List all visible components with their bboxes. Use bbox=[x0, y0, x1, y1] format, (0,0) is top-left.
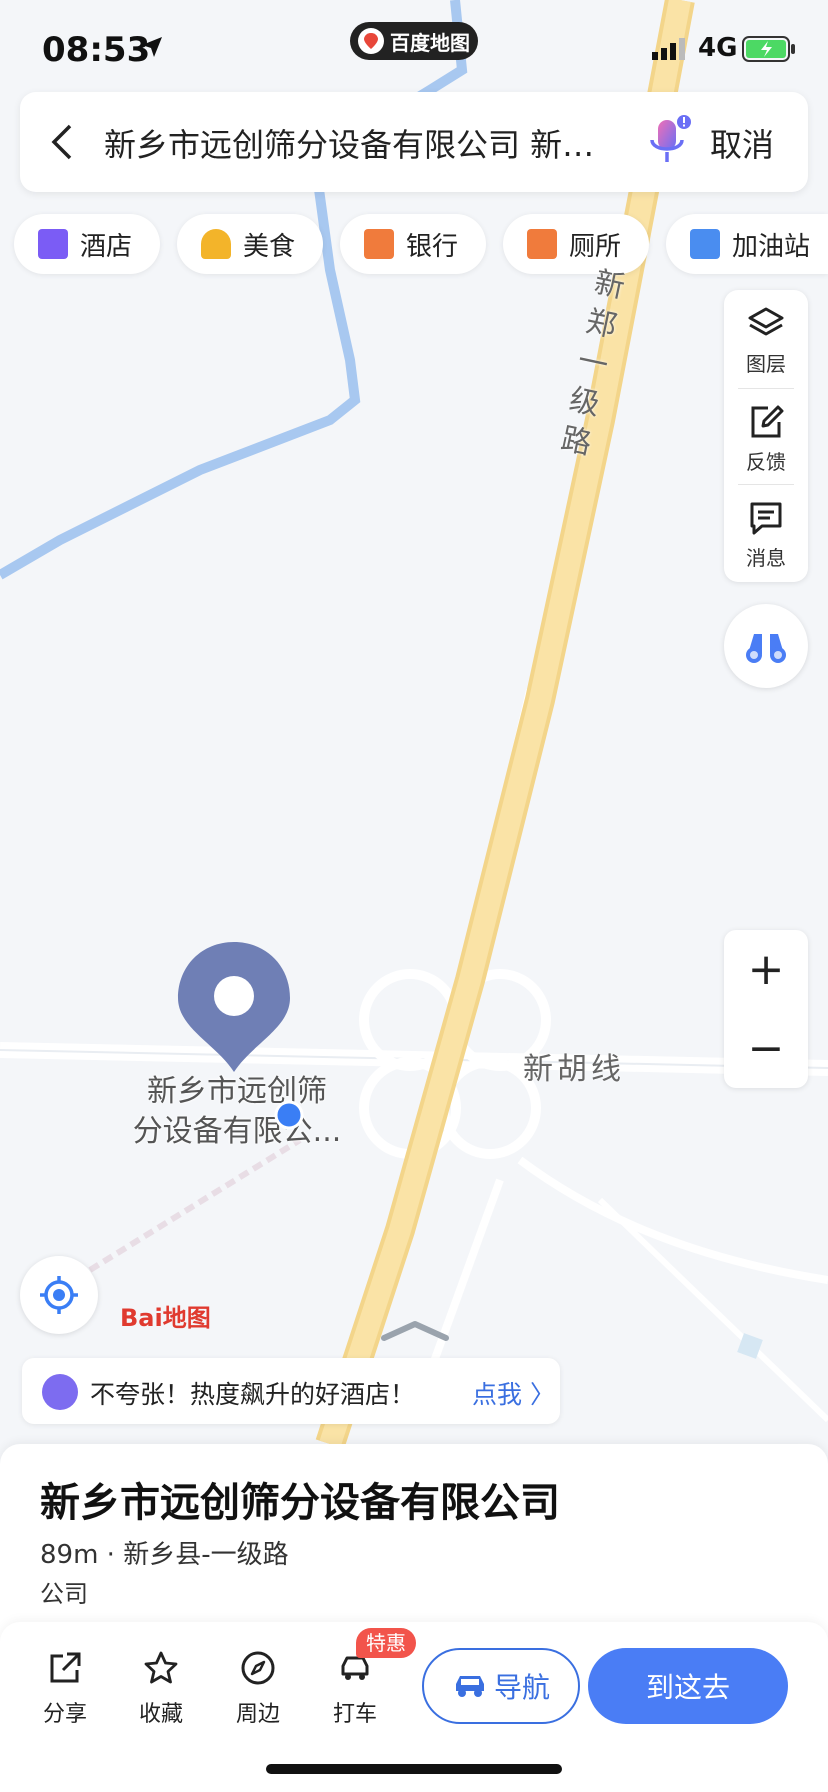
taxi-promo-badge: 特惠 bbox=[356, 1628, 416, 1658]
messages-label: 消息 bbox=[746, 546, 786, 570]
category-chip-gas-station[interactable]: 加油站 bbox=[666, 214, 828, 274]
messages-button[interactable]: 消息 bbox=[724, 484, 808, 580]
chip-label: 加油站 bbox=[732, 231, 811, 262]
chip-label: 银行 bbox=[406, 231, 459, 262]
back-icon[interactable] bbox=[50, 122, 74, 162]
category-chip-toilet[interactable]: 厕所 bbox=[503, 214, 649, 274]
food-icon bbox=[201, 229, 231, 259]
locate-icon bbox=[40, 1276, 78, 1314]
message-icon bbox=[750, 502, 782, 535]
map-tools-panel: 图层 反馈 消息 bbox=[724, 290, 808, 582]
search-query[interactable]: 新乡市远创筛分设备有限公司 新… bbox=[104, 120, 624, 166]
category-chip-bank[interactable]: 银行 bbox=[340, 214, 486, 274]
layers-icon bbox=[748, 307, 784, 336]
voice-input-icon[interactable] bbox=[646, 114, 696, 170]
nearby-label: 周边 bbox=[235, 1702, 280, 1727]
locate-me-button[interactable] bbox=[20, 1256, 98, 1334]
current-location-dot bbox=[274, 1100, 304, 1130]
pin-label-line1: 新乡市远创筛 bbox=[147, 1074, 327, 1109]
promo-cta[interactable]: 点我 〉 bbox=[472, 1375, 555, 1411]
go-here-label: 到这去 bbox=[645, 1671, 730, 1704]
zoom-out-button[interactable]: − bbox=[724, 1009, 808, 1088]
share-icon bbox=[50, 1652, 81, 1683]
go-here-button[interactable]: 到这去 bbox=[588, 1648, 788, 1724]
app-indicator[interactable]: 百度地图 bbox=[350, 22, 478, 60]
pin-label-line2: 分设备有限公... bbox=[132, 1114, 342, 1149]
status-bar: 08:53 百度地图 4G bbox=[0, 0, 828, 90]
category-chip-hotel[interactable]: 酒店 bbox=[14, 214, 160, 274]
favorite-label: 收藏 bbox=[138, 1702, 183, 1727]
search-bar[interactable]: 新乡市远创筛分设备有限公司 新… 取消 bbox=[20, 92, 808, 192]
hotel-icon bbox=[42, 1374, 78, 1410]
chip-label: 厕所 bbox=[569, 231, 622, 262]
category-chip-food[interactable]: 美食 bbox=[177, 214, 323, 274]
hotel-icon bbox=[38, 229, 68, 259]
logo-text: Bai地图 bbox=[120, 1304, 211, 1332]
nearby-button[interactable]: 周边 bbox=[223, 1650, 293, 1728]
chip-label: 美食 bbox=[243, 231, 296, 262]
taxi-label: 打车 bbox=[332, 1702, 377, 1727]
bank-icon bbox=[364, 229, 394, 259]
gas-station-icon bbox=[690, 229, 720, 259]
layers-button[interactable]: 图层 bbox=[724, 290, 808, 386]
signal-icon bbox=[652, 38, 685, 60]
app-name: 百度地图 bbox=[390, 30, 470, 55]
network-type: 4G bbox=[698, 33, 738, 63]
pin-label: 新乡市远创筛 分设备有限公... bbox=[112, 1072, 362, 1152]
street-view-button[interactable] bbox=[724, 604, 808, 688]
chevron-up-icon[interactable] bbox=[380, 1318, 450, 1342]
baidu-map-icon bbox=[358, 28, 384, 54]
feedback-label: 反馈 bbox=[746, 450, 786, 474]
poi-title: 新乡市远创筛分设备有限公司 bbox=[40, 1480, 560, 1526]
share-button[interactable]: 分享 bbox=[30, 1650, 100, 1728]
favorite-button[interactable]: 收藏 bbox=[126, 1650, 196, 1728]
promo-banner[interactable]: 不夸张！热度飙升的好酒店！ 点我 〉 bbox=[22, 1358, 560, 1424]
road-label-xinhu: 新胡线 bbox=[523, 1052, 625, 1087]
battery-icon bbox=[742, 36, 795, 62]
baidu-map-logo: Bai地图 bbox=[120, 1298, 211, 1333]
chip-label: 酒店 bbox=[80, 231, 133, 262]
promo-text: 不夸张！热度飙升的好酒店！ bbox=[90, 1380, 416, 1409]
location-arrow-icon bbox=[142, 37, 162, 57]
status-time: 08:53 bbox=[42, 30, 151, 70]
car-icon bbox=[455, 1676, 484, 1697]
location-pin-icon[interactable] bbox=[176, 940, 292, 1074]
binoculars-icon bbox=[746, 634, 786, 663]
zoom-in-button[interactable]: + bbox=[724, 930, 808, 1009]
poi-category: 公司 bbox=[40, 1580, 88, 1608]
share-label: 分享 bbox=[42, 1702, 87, 1727]
toilet-icon bbox=[527, 229, 557, 259]
home-indicator[interactable] bbox=[266, 1764, 562, 1774]
navigate-label: 导航 bbox=[493, 1671, 550, 1704]
navigate-button[interactable]: 导航 bbox=[422, 1648, 580, 1724]
compass-icon bbox=[241, 1651, 275, 1685]
zoom-control: + − bbox=[724, 930, 808, 1088]
poi-distance-address: 89m · 新乡县-一级路 bbox=[40, 1540, 289, 1570]
star-icon bbox=[144, 1651, 178, 1684]
feedback-icon bbox=[751, 405, 784, 438]
taxi-button[interactable]: 打车 bbox=[320, 1650, 390, 1728]
feedback-button[interactable]: 反馈 bbox=[724, 388, 808, 484]
layers-label: 图层 bbox=[746, 352, 786, 376]
cancel-button[interactable]: 取消 bbox=[710, 120, 774, 166]
